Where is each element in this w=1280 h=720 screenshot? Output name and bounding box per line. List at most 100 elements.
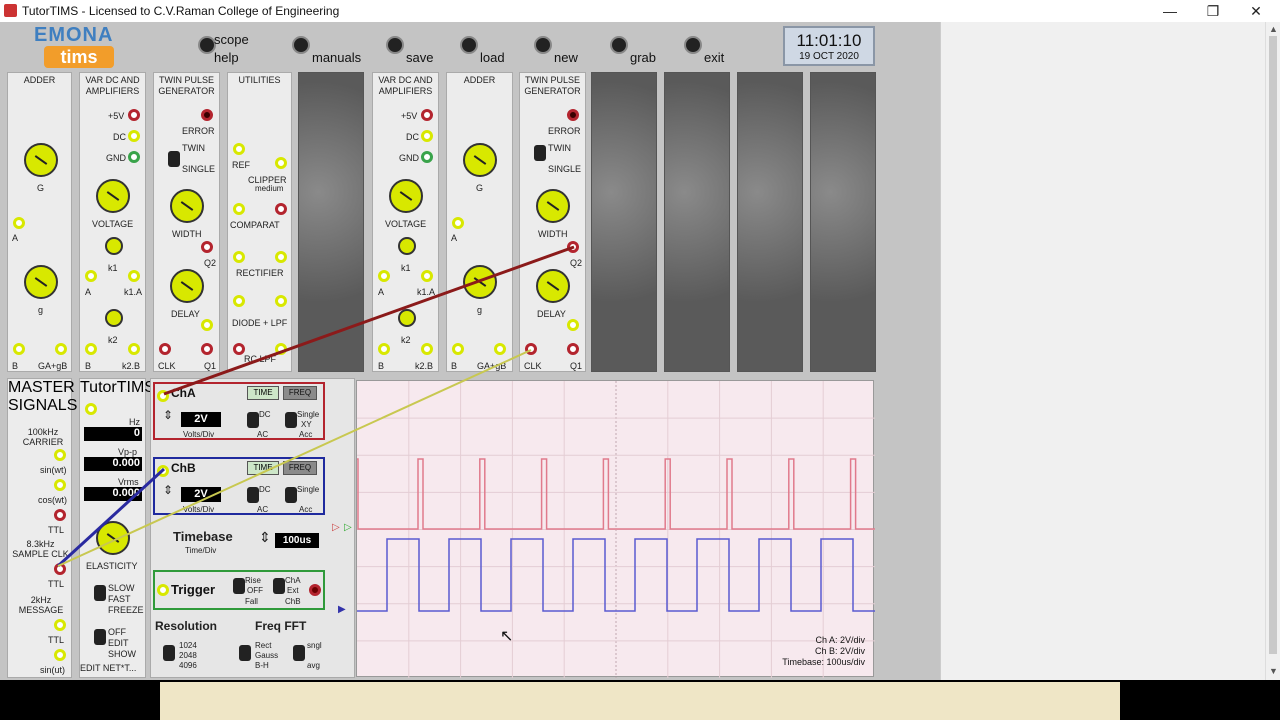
k2-knob[interactable] [398, 309, 416, 327]
k1A-output-socket[interactable] [421, 270, 433, 282]
gnd-socket[interactable] [128, 151, 140, 163]
chB-mode-switch[interactable] [285, 487, 297, 503]
edit-switch[interactable] [94, 629, 106, 645]
delay-output-socket[interactable] [201, 319, 213, 331]
input-B-socket[interactable] [13, 343, 25, 355]
chB-coupling-switch[interactable] [247, 487, 259, 503]
resolution-switch[interactable] [163, 645, 175, 661]
input-A-socket[interactable] [85, 270, 97, 282]
gain-G-knob[interactable] [24, 143, 58, 177]
dc-socket[interactable] [128, 130, 140, 142]
chA-coupling-switch[interactable] [247, 412, 259, 428]
scope-help-button[interactable]: scope help [198, 32, 258, 66]
voltage-knob[interactable] [96, 179, 130, 213]
Q2-socket[interactable] [201, 241, 213, 253]
input-A-socket[interactable] [13, 217, 25, 229]
k2B-output-socket[interactable] [128, 343, 140, 355]
plus5v-socket[interactable] [421, 109, 433, 121]
scroll-up-icon[interactable]: ▲ [1269, 24, 1278, 34]
k2B-output-socket[interactable] [421, 343, 433, 355]
input-B-socket[interactable] [452, 343, 464, 355]
oscilloscope-screen[interactable]: Ch A: 2V/div Ch B: 2V/div Timebase: 100u… [356, 380, 875, 678]
gain-g-knob[interactable] [24, 265, 58, 299]
ref-socket[interactable] [233, 143, 245, 155]
dc-socket[interactable] [421, 130, 433, 142]
k2-knob[interactable] [105, 309, 123, 327]
minimize-button[interactable]: — [1150, 2, 1190, 20]
carrier-sin-socket[interactable] [54, 449, 66, 461]
trigger-source-switch[interactable] [273, 578, 285, 594]
chA-mode-switch[interactable] [285, 412, 297, 428]
diode-lpf-out-socket[interactable] [275, 295, 287, 307]
width-knob[interactable] [536, 189, 570, 223]
scroll-down-icon[interactable]: ▼ [1269, 666, 1278, 676]
elasticity-knob[interactable] [96, 521, 130, 555]
timebase-spinner-icon[interactable]: ⇕ [259, 529, 271, 546]
vertical-scrollbar[interactable]: ▲ ▼ [1265, 22, 1280, 680]
Q1-socket[interactable] [567, 343, 579, 355]
trigger-ext-socket[interactable] [157, 584, 169, 596]
freq-input-socket[interactable] [85, 403, 97, 415]
width-knob[interactable] [170, 189, 204, 223]
comparator-in-socket[interactable] [233, 203, 245, 215]
k1-knob[interactable] [398, 237, 416, 255]
input-B-socket[interactable] [378, 343, 390, 355]
k1A-output-socket[interactable] [128, 270, 140, 282]
carrier-cos-socket[interactable] [54, 479, 66, 491]
scroll-thumb[interactable] [1269, 36, 1277, 654]
input-A-socket[interactable] [452, 217, 464, 229]
rectifier-out-socket[interactable] [275, 251, 287, 263]
delay-output-socket[interactable] [567, 319, 579, 331]
new-button[interactable]: new [534, 32, 584, 66]
restore-button[interactable]: ❐ [1193, 2, 1233, 20]
message-ttl-socket[interactable] [54, 619, 66, 631]
gnd-socket[interactable] [421, 151, 433, 163]
delay-knob[interactable] [536, 269, 570, 303]
Q2-socket[interactable] [567, 241, 579, 253]
socket-label: GND [399, 153, 419, 163]
rc-lpf-out-socket[interactable] [275, 343, 287, 355]
gain-G-knob[interactable] [463, 143, 497, 177]
input-A-socket[interactable] [378, 270, 390, 282]
close-button[interactable]: ✕ [1236, 2, 1276, 20]
chB-vdiv-spinner-icon[interactable]: ⇕ [163, 483, 173, 497]
load-button[interactable]: load [460, 32, 510, 66]
chB-vdiv-display: 2V [181, 487, 221, 502]
chA-time-button[interactable]: TIME [247, 386, 279, 400]
plus5v-socket[interactable] [128, 109, 140, 121]
diode-lpf-in-socket[interactable] [233, 295, 245, 307]
rectifier-in-socket[interactable] [233, 251, 245, 263]
exit-button[interactable]: exit [684, 32, 734, 66]
fft-window-switch[interactable] [239, 645, 251, 661]
output-socket[interactable] [55, 343, 67, 355]
k1-knob[interactable] [105, 237, 123, 255]
twin-single-switch[interactable] [168, 151, 180, 167]
sample-ttl-socket[interactable] [54, 563, 66, 575]
carrier-ttl-socket[interactable] [54, 509, 66, 521]
manuals-button[interactable]: manuals [292, 32, 364, 66]
message-sin-socket[interactable] [54, 649, 66, 661]
avg-label: avg [307, 661, 320, 670]
chA-input-socket[interactable] [157, 390, 169, 402]
twin-single-switch[interactable] [534, 145, 546, 161]
grab-button[interactable]: grab [610, 32, 660, 66]
gain-g-knob[interactable] [463, 265, 497, 299]
Q1-socket[interactable] [201, 343, 213, 355]
fft-avg-switch[interactable] [293, 645, 305, 661]
input-B-socket[interactable] [85, 343, 97, 355]
trigger-edge-switch[interactable] [233, 578, 245, 594]
clipper-socket[interactable] [275, 157, 287, 169]
clk-socket[interactable] [525, 343, 537, 355]
chB-time-button[interactable]: TIME [247, 461, 279, 475]
output-socket[interactable] [494, 343, 506, 355]
chB-input-socket[interactable] [157, 465, 169, 477]
comparator-out-socket[interactable] [275, 203, 287, 215]
save-button[interactable]: save [386, 32, 436, 66]
chA-freq-button[interactable]: FREQ [283, 386, 317, 400]
delay-knob[interactable] [170, 269, 204, 303]
clk-socket[interactable] [159, 343, 171, 355]
chA-vdiv-spinner-icon[interactable]: ⇕ [163, 408, 173, 422]
chB-freq-button[interactable]: FREQ [283, 461, 317, 475]
speed-switch[interactable] [94, 585, 106, 601]
voltage-knob[interactable] [389, 179, 423, 213]
